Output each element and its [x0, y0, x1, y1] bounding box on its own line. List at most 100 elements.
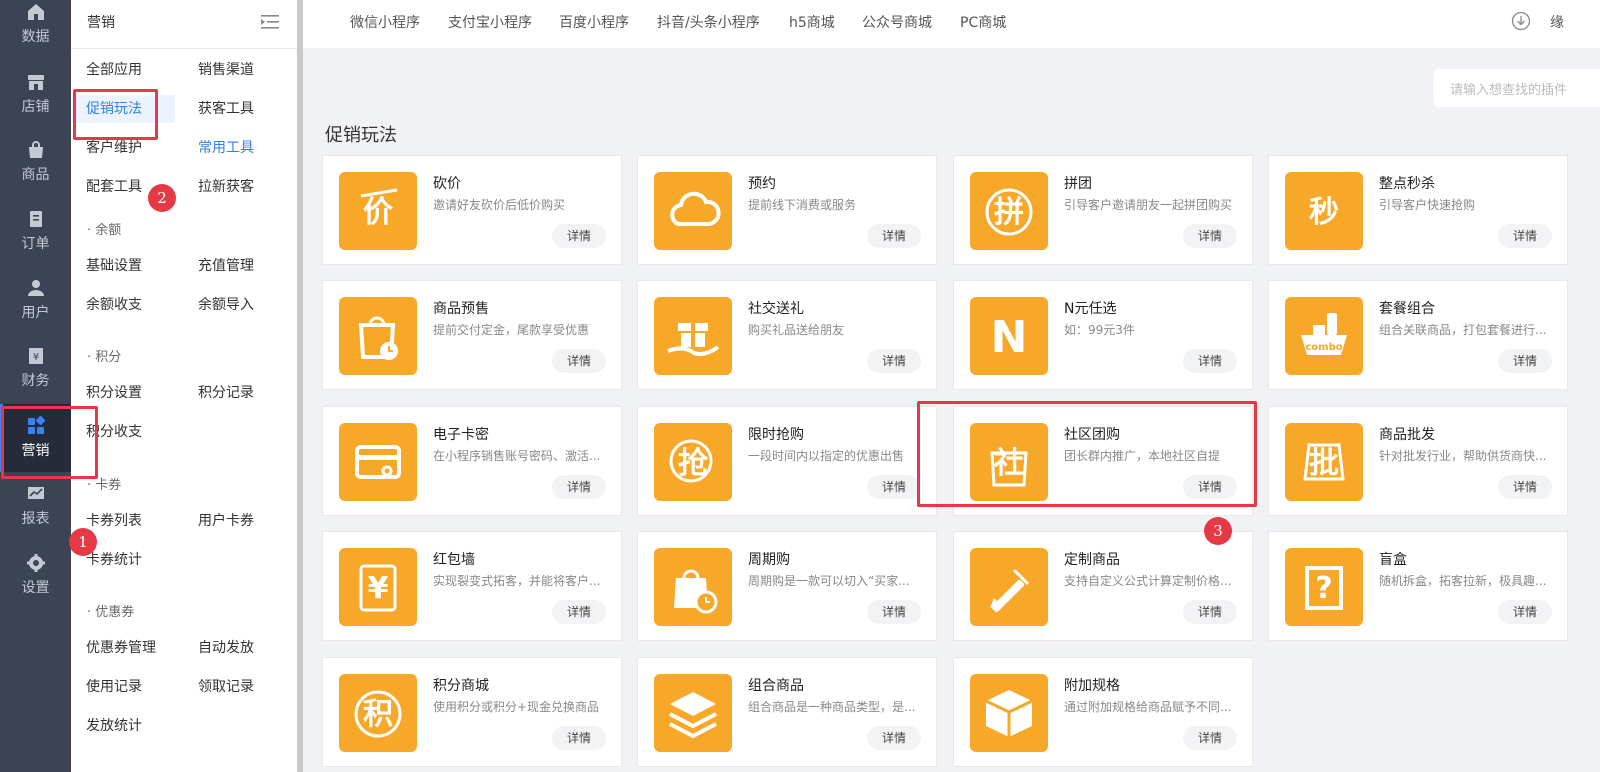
submenu-item-common-tools[interactable]: 常用工具	[198, 134, 254, 162]
rail-item-reports[interactable]: 报表	[0, 480, 71, 548]
tab-wechat-miniprogram[interactable]: 微信小程序	[350, 12, 420, 32]
plugin-search-input[interactable]: 请输入想查找的插件	[1434, 69, 1600, 107]
svg-text:批: 批	[1309, 446, 1339, 481]
plugin-icon	[654, 172, 732, 250]
detail-button[interactable]: 详情	[1498, 600, 1552, 624]
plugin-icon: 拼	[970, 172, 1048, 250]
topbar-truncated-label[interactable]: 缘	[1550, 12, 1564, 32]
plugin-card[interactable]: 组合商品 组合商品是一种商品类型，是... 详情	[637, 657, 937, 767]
submenu-item[interactable]: 积分记录	[198, 379, 254, 407]
plugin-card[interactable]: 电子卡密 在小程序销售账号密码、激活... 详情	[322, 406, 622, 516]
detail-button[interactable]: 详情	[552, 224, 606, 248]
plugin-card[interactable]: 积 积分商城 使用积分或积分+现金兑换商品 详情	[322, 657, 622, 767]
tab-h5-mall[interactable]: h5商城	[789, 12, 835, 32]
tab-pc-mall[interactable]: PC商城	[960, 12, 1006, 32]
detail-button[interactable]: 详情	[1498, 349, 1552, 373]
submenu-item[interactable]: 余额收支	[86, 291, 142, 319]
tab-baidu-miniprogram[interactable]: 百度小程序	[559, 12, 629, 32]
plugin-card[interactable]: 批 商品批发 针对批发行业，帮助供货商快... 详情	[1268, 406, 1568, 516]
submenu-section-balance: · 余额	[87, 223, 122, 238]
plugin-card[interactable]: 商品预售 提前交付定金，尾款享受优惠 详情	[322, 280, 622, 390]
plugin-card[interactable]: 拼 拼团 引导客户邀请朋友一起拼团购买 详情	[953, 155, 1253, 265]
plugin-description: 提前线下消费或服务	[748, 198, 857, 212]
rail-item-users[interactable]: 用户	[0, 274, 71, 342]
plugin-card[interactable]: 预约 提前线下消费或服务 详情	[637, 155, 937, 265]
plugin-card[interactable]: ? 盲盒 随机拆盒，拓客拉新，极具趣... 详情	[1268, 531, 1568, 641]
plugin-name: 限时抢购	[748, 427, 804, 443]
plugin-card[interactable]: 抢 限时抢购 一段时间内以指定的优惠出售 详情	[637, 406, 937, 516]
plugin-name: 附加规格	[1064, 678, 1120, 694]
plugin-card[interactable]: 周期购 周期购是一款可以切入“买家... 详情	[637, 531, 937, 641]
plugin-name: 商品批发	[1379, 427, 1435, 443]
submenu-divider	[71, 48, 297, 49]
svg-text:拼: 拼	[994, 195, 1024, 230]
plugin-card[interactable]: 社交送礼 购买礼品送给朋友 详情	[637, 280, 937, 390]
detail-button[interactable]: 详情	[1183, 600, 1237, 624]
rail-item-orders[interactable]: 订单	[0, 205, 71, 273]
plugin-card[interactable]: 价 砍价 邀请好友砍价后低价购买 详情	[322, 155, 622, 265]
detail-button[interactable]: 详情	[867, 349, 921, 373]
submenu-section-points: · 积分	[87, 350, 122, 365]
rail-item-store[interactable]: 店铺	[0, 68, 71, 136]
detail-button[interactable]: 详情	[1183, 349, 1237, 373]
plugin-name: N元任选	[1064, 301, 1117, 317]
detail-button[interactable]: 详情	[867, 224, 921, 248]
plugin-card[interactable]: 附加规格 通过附加规格给商品赋予不同... 详情	[953, 657, 1253, 767]
detail-button[interactable]: 详情	[552, 349, 606, 373]
submenu-scrollbar[interactable]	[297, 0, 303, 772]
detail-button[interactable]: 详情	[867, 475, 921, 499]
plugin-icon: 价	[339, 172, 417, 250]
submenu-item-all-apps[interactable]: 全部应用	[86, 56, 142, 84]
step-badge: 3	[1204, 517, 1232, 545]
svg-text:积: 积	[363, 697, 393, 732]
bag-icon	[28, 141, 43, 158]
submenu-item-acquisition[interactable]: 获客工具	[198, 95, 254, 123]
submenu-item[interactable]: 积分设置	[86, 379, 142, 407]
detail-button[interactable]: 详情	[867, 726, 921, 750]
submenu-item[interactable]: 卡券统计	[86, 546, 142, 574]
detail-button[interactable]: 详情	[552, 475, 606, 499]
rail-item-data[interactable]: 数据	[0, 0, 71, 68]
plugin-card[interactable]: 秒 整点秒杀 引导客户快速抢购 详情	[1268, 155, 1568, 265]
submenu-item[interactable]: 发放统计	[86, 712, 142, 740]
rail-item-settings[interactable]: 设置	[0, 549, 71, 617]
submenu-item[interactable]: 使用记录	[86, 673, 142, 701]
tab-douyin-miniprogram[interactable]: 抖音/头条小程序	[657, 12, 760, 32]
rail-item-finance[interactable]: ¥ 财务	[0, 342, 71, 410]
submenu-item[interactable]: 卡券列表	[86, 507, 142, 535]
submenu-item[interactable]: 优惠券管理	[86, 634, 156, 662]
collapse-menu-icon[interactable]	[261, 14, 279, 30]
rail-label: 设置	[21, 580, 50, 596]
plugin-card[interactable]: combo 套餐组合 组合关联商品，打包套餐进行... 详情	[1268, 280, 1568, 390]
submenu-item[interactable]: 自动发放	[198, 634, 254, 662]
submenu-item[interactable]: 领取记录	[198, 673, 254, 701]
plugin-icon	[654, 674, 732, 752]
submenu-item-sales-channel[interactable]: 销售渠道	[198, 56, 254, 84]
tab-alipay-miniprogram[interactable]: 支付宝小程序	[448, 12, 532, 32]
plugin-card[interactable]: 定制商品 支持自定义公式计算定制价格... 详情	[953, 531, 1253, 641]
plugin-icon	[339, 297, 417, 375]
submenu-item[interactable]: 基础设置	[86, 252, 142, 280]
detail-button[interactable]: 详情	[552, 726, 606, 750]
rail-item-goods[interactable]: 商品	[0, 136, 71, 204]
submenu-item-support-tools[interactable]: 配套工具	[86, 173, 142, 201]
detail-button[interactable]: 详情	[1498, 475, 1552, 499]
detail-button[interactable]: 详情	[552, 600, 606, 624]
tab-official-account-mall[interactable]: 公众号商城	[862, 12, 932, 32]
plugin-name: 套餐组合	[1379, 301, 1435, 317]
detail-button[interactable]: 详情	[1183, 224, 1237, 248]
plugin-description: 支持自定义公式计算定制价格...	[1064, 574, 1232, 588]
plugin-card[interactable]: N N元任选 如：99元3件 详情	[953, 280, 1253, 390]
download-icon[interactable]	[1511, 11, 1531, 31]
submenu-item[interactable]: 用户卡券	[198, 507, 254, 535]
detail-button[interactable]: 详情	[1183, 726, 1237, 750]
plugin-name: 商品预售	[433, 301, 489, 317]
plugin-card[interactable]: ¥ 红包墙 实现裂变式拓客，并能将客户... 详情	[322, 531, 622, 641]
submenu-item-new-customers[interactable]: 拉新获客	[198, 173, 254, 201]
plugin-description: 引导客户快速抢购	[1379, 198, 1476, 212]
submenu-item[interactable]: 充值管理	[198, 252, 254, 280]
app-root: 数据 店铺 商品 订单 用户 ¥ 财务 营销 报表 设置 营销 全部应用 销售渠…	[0, 0, 1600, 772]
submenu-item[interactable]: 余额导入	[198, 291, 254, 319]
detail-button[interactable]: 详情	[867, 600, 921, 624]
detail-button[interactable]: 详情	[1498, 224, 1552, 248]
